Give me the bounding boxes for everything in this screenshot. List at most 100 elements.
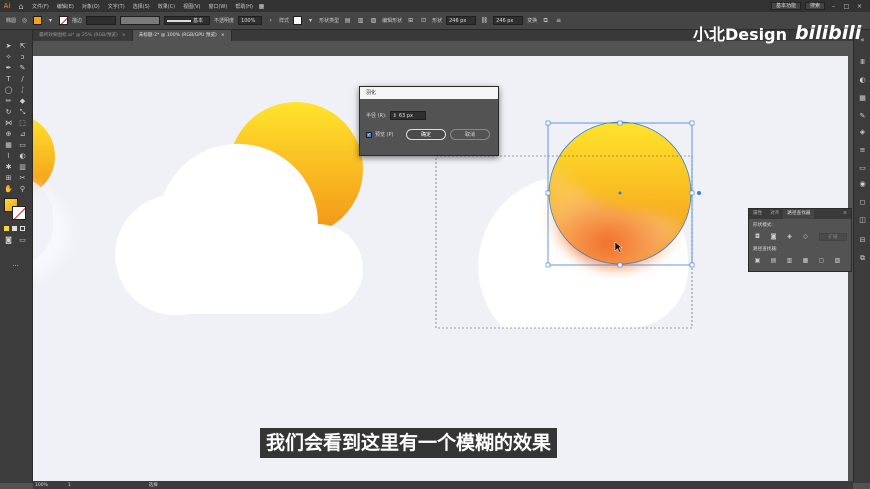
divide-icon[interactable]: ▣ <box>753 257 762 265</box>
align-right-icon[interactable]: ▧ <box>369 16 378 25</box>
target-icon[interactable]: ◎ <box>20 16 29 25</box>
workspace-switcher[interactable]: 基本功能 <box>770 2 801 10</box>
gradient-tool-icon[interactable]: ▭ <box>18 141 27 150</box>
zoom-tool-icon[interactable]: ⚲ <box>18 185 27 194</box>
rotate-tool-icon[interactable]: ↻ <box>4 108 13 117</box>
menu-edit[interactable]: 编辑(E) <box>53 3 78 10</box>
menu-type[interactable]: 文字(T) <box>104 3 129 10</box>
free-transform-icon[interactable]: ⬚ <box>18 119 27 128</box>
merge-icon[interactable]: ▥ <box>785 257 794 265</box>
chevron-down-icon[interactable]: ▾ <box>46 16 55 25</box>
style-swatch[interactable] <box>293 16 303 25</box>
tab-untitled-2[interactable]: 未标题-2* @ 100% (RGB/GPU 预览) × <box>132 30 232 41</box>
variable-width-field[interactable] <box>120 16 161 25</box>
tab-properties[interactable]: 属性 <box>749 209 766 219</box>
opacity-field[interactable]: 100% <box>238 16 263 25</box>
isolate-icon[interactable]: ⧉ <box>541 16 550 25</box>
cancel-button[interactable]: 取消 <box>450 129 490 140</box>
zoom-level[interactable]: 100% <box>35 483 48 488</box>
ellipse-tool-icon[interactable]: ◯ <box>4 86 13 95</box>
minus-front-icon[interactable]: ◙ <box>769 233 778 241</box>
unite-icon[interactable]: ◘ <box>753 233 762 241</box>
draw-normal-icon[interactable]: ◙ <box>4 236 13 245</box>
ok-button[interactable]: 确定 <box>406 129 446 140</box>
selection-tool-icon[interactable]: ➤ <box>4 42 13 51</box>
page-number[interactable]: 1 <box>68 483 71 488</box>
stroke-icon[interactable]: ≡ <box>858 146 867 155</box>
gradient-icon[interactable]: ▭ <box>858 164 867 173</box>
tab-align[interactable]: 对齐 <box>766 209 783 219</box>
pen-tool-icon[interactable]: ✒ <box>4 64 13 73</box>
height-field[interactable]: 246 px <box>493 16 524 25</box>
tab-final-icon-doc[interactable]: 最终效果图标.ai* @ 25% (RGB/预览) × <box>33 30 133 41</box>
paintbrush-icon[interactable]: ᛇ <box>18 86 27 95</box>
brush-definition-field[interactable]: 基本 <box>164 16 211 25</box>
scale-tool-icon[interactable]: ⤡ <box>18 108 27 117</box>
type-tool-icon[interactable]: T <box>4 75 13 84</box>
align-center-icon[interactable]: ▥ <box>356 16 365 25</box>
brushes-icon[interactable]: ✎ <box>858 112 867 121</box>
screen-mode-icon[interactable]: ▭ <box>18 236 27 245</box>
shape-builder-icon[interactable]: ⊕ <box>4 130 13 139</box>
line-tool-icon[interactable]: / <box>18 75 27 84</box>
chevron-down-icon[interactable]: ▾ <box>306 16 315 25</box>
gradient-mode-icon[interactable] <box>12 226 17 231</box>
preview-label[interactable]: 预览 (P) <box>375 131 394 138</box>
arrange-documents-icon[interactable]: ▦ <box>257 2 266 11</box>
close-icon[interactable]: × <box>122 30 126 41</box>
menu-window[interactable]: 窗口(W) <box>204 3 231 10</box>
pencil-icon[interactable]: ✏ <box>4 97 13 106</box>
chevron-right-icon[interactable]: › <box>266 16 275 25</box>
menu-help[interactable]: 帮助(H) <box>231 3 257 10</box>
color-mode-icon[interactable] <box>4 226 9 231</box>
pathfinder-icon[interactable]: ⧉ <box>858 254 867 263</box>
search-box[interactable]: 搜索 <box>804 2 825 10</box>
preview-checkbox[interactable]: ✓ <box>366 131 372 138</box>
appearance-icon[interactable]: ◻ <box>858 198 867 207</box>
fill-swatch[interactable] <box>33 16 43 25</box>
swatches-icon[interactable]: ▦ <box>858 94 867 103</box>
edit-shape-label[interactable]: 编辑形状 <box>382 17 402 24</box>
magic-wand-icon[interactable]: ✧ <box>4 53 13 62</box>
slice-tool-icon[interactable]: ✂ <box>18 174 27 183</box>
direct-selection-tool-icon[interactable]: ⇱ <box>18 42 27 51</box>
layers-icon[interactable]: ◈ <box>858 128 867 137</box>
radius-input[interactable]: ⇕ 63 px <box>389 111 426 120</box>
tab-pathfinder[interactable]: 路径查找器 <box>783 209 815 219</box>
exclude-icon[interactable]: ◇ <box>801 233 810 241</box>
perspective-grid-icon[interactable]: ⊿ <box>18 130 27 139</box>
color-guide-icon[interactable]: ◐ <box>858 76 867 85</box>
eyedropper-icon[interactable]: ⌇ <box>4 152 13 161</box>
grid-icon[interactable]: ⊞ <box>406 16 415 25</box>
close-icon[interactable]: × <box>221 30 225 41</box>
outline-icon[interactable]: ▢ <box>817 257 826 265</box>
lasso-icon[interactable]: ↄ <box>18 53 27 62</box>
mesh-tool-icon[interactable]: ▦ <box>4 141 13 150</box>
intersect-icon[interactable]: ◈ <box>785 233 794 241</box>
align-left-icon[interactable]: ▤ <box>343 16 352 25</box>
hand-tool-icon[interactable]: ✋ <box>4 185 13 194</box>
close-window-icon[interactable]: × <box>855 2 864 11</box>
width-tool-icon[interactable]: ⋈ <box>4 119 13 128</box>
graph-tool-icon[interactable]: ▥ <box>18 163 27 172</box>
properties-icon[interactable]: Ⅲ <box>858 58 867 67</box>
curvature-tool-icon[interactable]: ✎ <box>18 64 27 73</box>
stroke-weight-field[interactable] <box>86 16 117 25</box>
align-icon[interactable]: ⊟ <box>858 236 867 245</box>
none-mode-icon[interactable] <box>20 226 25 231</box>
transform-label[interactable]: 变换 <box>527 17 537 24</box>
graphic-styles-icon[interactable]: ◫ <box>858 216 867 225</box>
symbol-sprayer-icon[interactable]: ✱ <box>4 163 13 172</box>
stroke-color-swatch[interactable] <box>12 206 26 220</box>
panel-menu-icon[interactable]: ≡ <box>839 209 851 219</box>
stepper-icon[interactable]: ⇕ <box>393 112 397 119</box>
menu-view[interactable]: 视图(V) <box>179 3 204 10</box>
artboard-tool-icon[interactable]: ⊞ <box>4 174 13 183</box>
opacity-label[interactable]: 不透明度 <box>214 17 234 24</box>
expand-button[interactable]: 扩展 <box>819 233 847 241</box>
menu-effect[interactable]: 效果(C) <box>154 3 179 10</box>
more-tools-icon[interactable]: ··· <box>11 262 20 271</box>
menu-icon[interactable]: ≡ <box>554 16 563 25</box>
trim-icon[interactable]: ▤ <box>769 257 778 265</box>
menu-file[interactable]: 文件(F) <box>28 3 53 10</box>
